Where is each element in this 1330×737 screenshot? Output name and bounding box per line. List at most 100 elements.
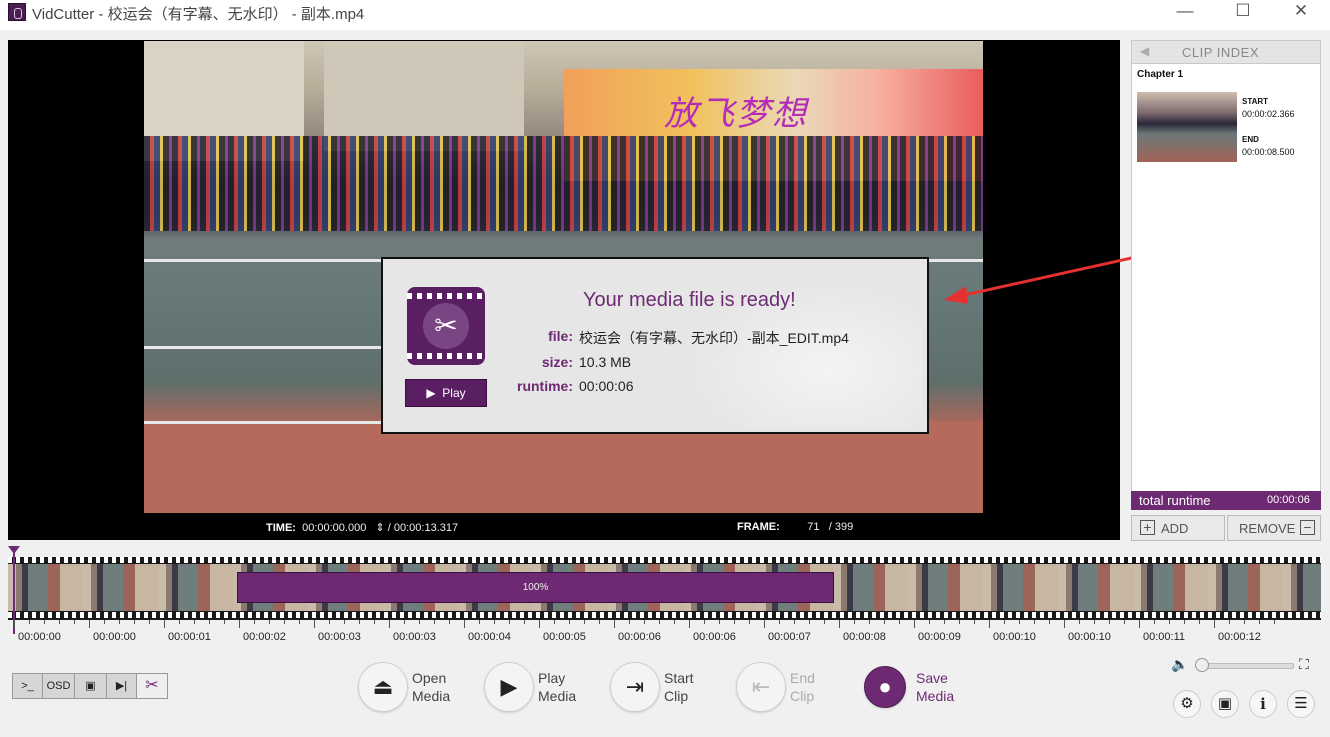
ruler-minor-tick xyxy=(749,620,750,624)
ruler-label: 00:00:05 xyxy=(543,631,586,643)
scissors-icon: ✂ xyxy=(423,303,469,349)
ruler-minor-tick xyxy=(299,620,300,624)
ruler-minor-tick xyxy=(1259,620,1260,624)
ruler-label: 00:00:09 xyxy=(918,631,961,643)
info-icon[interactable]: i xyxy=(1249,690,1277,718)
time-value[interactable]: 00:00:00.000 xyxy=(302,522,366,534)
ruler-minor-tick xyxy=(1169,620,1170,624)
console-button[interactable]: >_ xyxy=(13,674,43,698)
toolbar-toggles: >_ OSD ▣ ▶| ✂ xyxy=(12,673,168,699)
clip-end-icon: ⇤ xyxy=(736,662,786,712)
ruler-minor-tick xyxy=(884,620,885,624)
ruler-minor-tick xyxy=(209,620,210,624)
scissors-icon[interactable]: ✂ xyxy=(137,674,167,698)
media-ready-dialog: ✂ ▶ Play Your media file is ready! file:… xyxy=(381,257,929,434)
plus-icon: + xyxy=(1140,520,1155,535)
ruler-tick xyxy=(539,620,540,628)
ruler-minor-tick xyxy=(449,620,450,624)
chapter-label[interactable]: Chapter 1 xyxy=(1137,69,1183,80)
ruler-tick xyxy=(614,620,615,628)
frame-value[interactable]: 71 xyxy=(807,521,819,533)
save-media-button[interactable]: ● Save Media xyxy=(862,662,972,712)
ruler-minor-tick xyxy=(779,620,780,624)
total-runtime-label: total runtime xyxy=(1139,493,1211,508)
clip-start-label: START xyxy=(1242,97,1269,106)
close-button[interactable]: ✕ xyxy=(1272,0,1330,24)
film-strip-edge xyxy=(8,612,1321,618)
remove-clip-button[interactable]: REMOVE − xyxy=(1227,515,1321,541)
ruler-minor-tick xyxy=(1049,620,1050,624)
clip-index-panel: ◀ CLIP INDEX Chapter 1 START 00:00:02.36… xyxy=(1131,40,1321,510)
remove-label: REMOVE xyxy=(1239,521,1296,536)
ruler-label: 00:00:03 xyxy=(393,631,436,643)
ruler-minor-tick xyxy=(254,620,255,624)
ruler-minor-tick xyxy=(359,620,360,624)
runtime-label: runtime: xyxy=(517,378,573,394)
start-clip-button[interactable]: ⇥ Start Clip xyxy=(610,662,720,712)
ruler-label: 00:00:00 xyxy=(93,631,136,643)
dialog-title: Your media file is ready! xyxy=(583,289,796,311)
open-media-button[interactable]: ⏏ Open Media xyxy=(358,662,468,712)
ruler-minor-tick xyxy=(344,620,345,624)
vidcutter-logo-icon: ✂ xyxy=(407,287,485,365)
skip-frame-icon[interactable]: ▶| xyxy=(107,674,137,698)
total-runtime-bar: total runtime 00:00:06 xyxy=(1131,491,1321,510)
ruler-minor-tick xyxy=(1274,620,1275,624)
ruler-label: 00:00:06 xyxy=(618,631,661,643)
ruler-tick xyxy=(839,620,840,628)
minus-icon: − xyxy=(1300,520,1315,535)
volume-icon[interactable]: 🔈 xyxy=(1171,656,1188,673)
ruler-minor-tick xyxy=(659,620,660,624)
time-readout: TIME: 00:00:00.000 ⇕ / 00:00:13.317 xyxy=(266,521,458,534)
end-clip-button[interactable]: ⇤ End Clip xyxy=(736,662,846,712)
ruler-label: 00:00:12 xyxy=(1218,631,1261,643)
ruler-minor-tick xyxy=(584,620,585,624)
ruler-minor-tick xyxy=(869,620,870,624)
volume-handle[interactable] xyxy=(1195,658,1209,672)
clip-thumbnail[interactable] xyxy=(1137,92,1237,162)
subtitle-icon[interactable]: ▣ xyxy=(75,674,107,698)
clip-start-value: 00:00:02.366 xyxy=(1242,109,1295,119)
ruler-label: 00:00:07 xyxy=(768,631,811,643)
settings-icon[interactable]: ⚙ xyxy=(1173,690,1201,718)
menu-icon[interactable]: ☰ xyxy=(1287,690,1315,718)
volume-slider[interactable] xyxy=(1196,663,1294,669)
ruler-minor-tick xyxy=(104,620,105,624)
ruler-label: 00:00:08 xyxy=(843,631,886,643)
ruler-tick xyxy=(164,620,165,628)
title-bar: VidCutter - 校运会（有字幕、无水印） - 副本.mp4 — ☐ ✕ xyxy=(0,0,1330,30)
clip-selection-region[interactable]: 100% xyxy=(237,572,834,603)
play-media-button[interactable]: ▶ Play Media xyxy=(484,662,594,712)
ruler-minor-tick xyxy=(284,620,285,624)
save-icon: ● xyxy=(864,666,906,708)
end-clip-label: End Clip xyxy=(790,670,815,704)
banner-text: 放飞梦想 xyxy=(664,94,808,134)
dialog-play-button[interactable]: ▶ Play xyxy=(405,379,487,407)
ruler-minor-tick xyxy=(644,620,645,624)
time-spinner[interactable]: ⇕ xyxy=(375,522,384,534)
duration-value: / 00:00:13.317 xyxy=(387,522,459,534)
minimize-button[interactable]: — xyxy=(1156,0,1214,24)
ruler-minor-tick xyxy=(854,620,855,624)
crowd xyxy=(144,136,983,231)
ruler-minor-tick xyxy=(1034,620,1035,624)
ruler-minor-tick xyxy=(224,620,225,624)
ruler-minor-tick xyxy=(524,620,525,624)
ruler-minor-tick xyxy=(479,620,480,624)
add-clip-button[interactable]: + ADD xyxy=(1131,515,1225,541)
camera-icon[interactable]: ▣ xyxy=(1211,690,1239,718)
fullscreen-icon[interactable]: ⛶ xyxy=(1299,656,1309,673)
ruler-minor-tick xyxy=(569,620,570,624)
court-area xyxy=(144,421,983,513)
ruler-minor-tick xyxy=(329,620,330,624)
playhead-handle[interactable] xyxy=(8,546,20,554)
maximize-button[interactable]: ☐ xyxy=(1214,0,1272,24)
osd-button[interactable]: OSD xyxy=(43,674,75,698)
ruler-tick xyxy=(689,620,690,628)
ruler-label: 00:00:04 xyxy=(468,631,511,643)
ruler-minor-tick xyxy=(899,620,900,624)
clip-index-title: CLIP INDEX xyxy=(1182,45,1260,60)
collapse-icon[interactable]: ◀ xyxy=(1140,44,1149,58)
ruler-label: 00:00:10 xyxy=(1068,631,1111,643)
ruler-label: 00:00:02 xyxy=(243,631,286,643)
